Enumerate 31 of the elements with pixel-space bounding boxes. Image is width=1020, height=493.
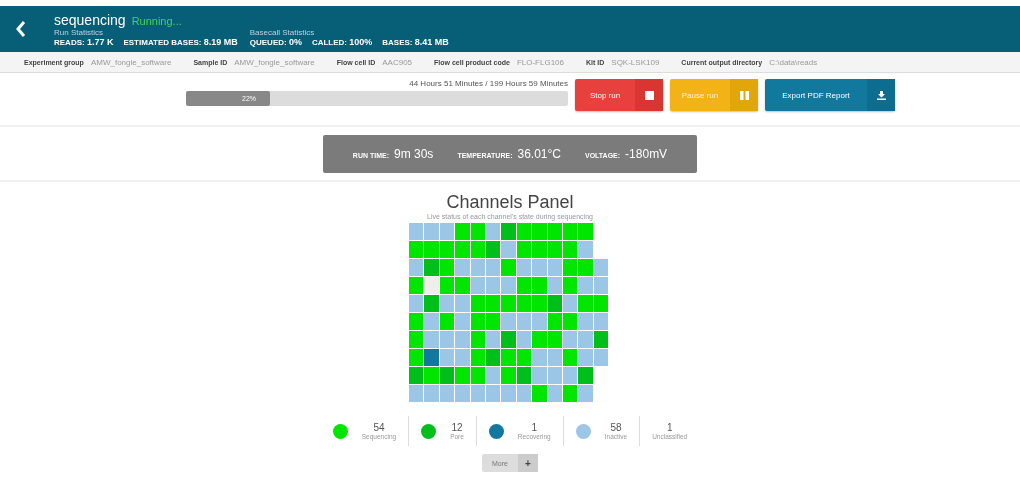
info-value: AAC905 — [382, 57, 413, 67]
stat-value: QUEUED: 0% — [249, 36, 302, 47]
info-value: AMW_fongle_software — [90, 57, 172, 67]
reading-value: 9m 30s — [394, 147, 434, 161]
info-value: SQK-LSK109 — [611, 57, 660, 67]
pause-icon — [739, 90, 749, 100]
stats-caption: Run Statistics — [54, 27, 103, 37]
back-icon[interactable] — [16, 21, 26, 37]
run-status: Running... — [131, 14, 182, 27]
legend-count: 54 — [373, 422, 385, 433]
info-value: FLO-FLG106 — [516, 57, 565, 67]
stat-value: BASES: 8.41 MB — [382, 36, 449, 47]
legend-count: 1 — [531, 422, 538, 433]
panel-title: Channels Panel — [446, 192, 574, 213]
run-title: sequencing — [54, 11, 126, 28]
reading-value: -180mV — [625, 147, 668, 161]
stop-icon — [644, 90, 654, 100]
download-icon — [876, 90, 886, 100]
export-button[interactable]: Export PDF Report — [765, 79, 895, 111]
stop-button[interactable]: Stop run — [575, 79, 663, 111]
reading-value: 36.01°C — [517, 147, 561, 161]
info-value: C:\data\reads — [769, 57, 818, 67]
legend-count: 58 — [610, 422, 622, 433]
progress-time: 44 Hours 51 Minutes / 199 Hours 59 Minutes — [409, 79, 568, 88]
stat-value: ESTIMATED BASES: 8.19 MB — [123, 36, 238, 47]
legend-count: 12 — [451, 422, 463, 433]
info-value: AMW_fongle_software — [234, 57, 315, 67]
legend-count: 1 — [666, 422, 673, 433]
stat-value: READS: 1.77 K — [54, 36, 114, 47]
stat-value: CALLED: 100% — [311, 36, 373, 47]
stats-caption: Basecall Statistics — [249, 27, 316, 37]
